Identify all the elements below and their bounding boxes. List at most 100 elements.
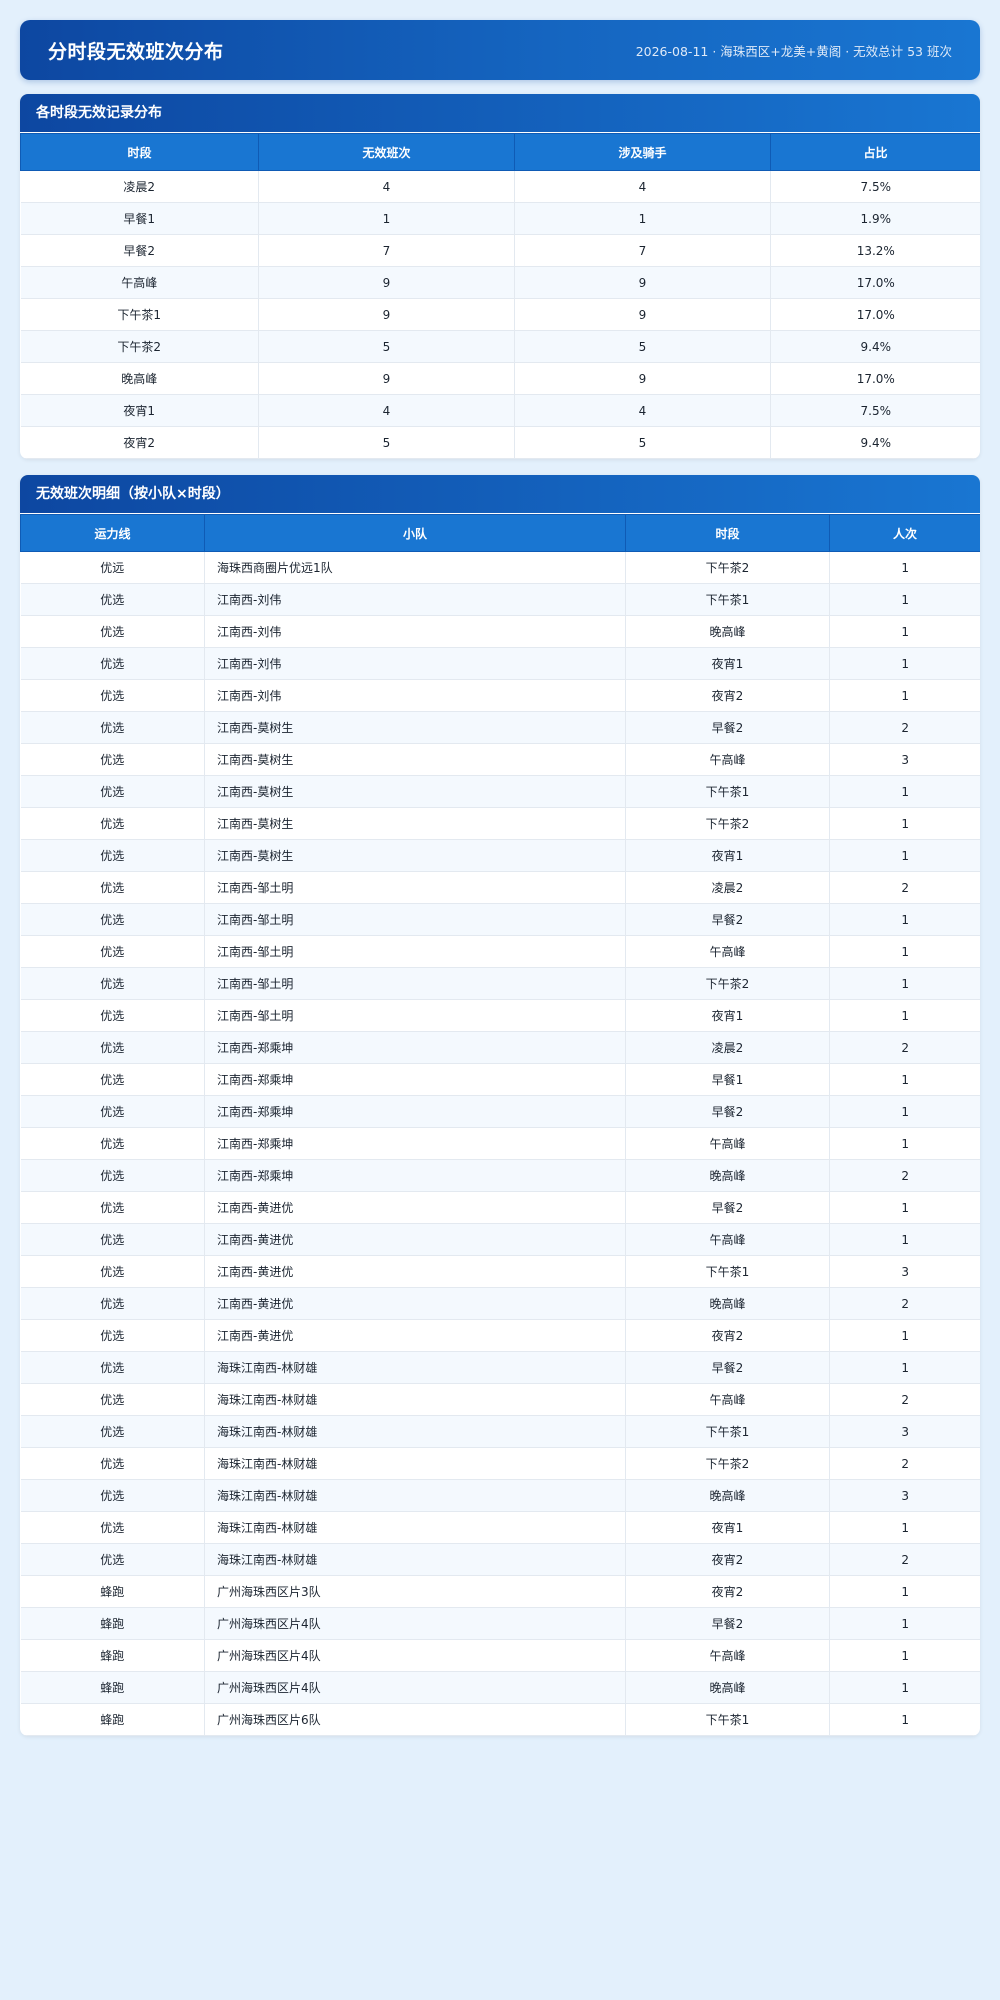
table-cell: 江南西-刘伟 [204,615,626,648]
table-cell: 夜宵2 [625,1543,830,1576]
summary-title: 各时段无效记录分布 [20,94,980,133]
table-cell: 7.5% [770,170,980,203]
table-row: 优选 海珠江南西-林财雄 晚高峰 3 [20,1479,980,1512]
table-cell: 优选 [20,679,205,712]
table-cell: 17.0% [770,298,980,331]
table-cell: 江南西-黄进优 [204,1255,626,1288]
table-cell: 1 [829,1191,980,1224]
column-header[interactable]: 无效班次 [258,133,515,171]
table-cell: 夜宵1 [20,394,259,427]
table-row: 优选 江南西-郑乘坤 早餐2 1 [20,1095,980,1128]
table-cell: 江南西-莫树生 [204,743,626,776]
summary-body: 凌晨2 4 4 7.5% 早餐1 1 1 1.9% 早餐2 7 7 13.2% 午高峰 9 9 17.0% 下午… [20,170,980,459]
table-row: 优选 江南西-郑乘坤 晚高峰 2 [20,1159,980,1192]
table-cell: 广州海珠西区片4队 [204,1639,626,1672]
table-cell: 午高峰 [625,743,830,776]
table-cell: 江南西-黄进优 [204,1191,626,1224]
column-header[interactable]: 占比 [770,133,980,171]
column-header[interactable]: 时段 [625,514,830,552]
table-row: 夜宵2 5 5 9.4% [20,426,980,459]
table-row: 优选 江南西-黄进优 晚高峰 2 [20,1287,980,1320]
table-cell: 优选 [20,1191,205,1224]
table-cell: 5 [514,330,771,363]
table-row: 夜宵1 4 4 7.5% [20,394,980,427]
table-cell: 1 [829,679,980,712]
detail-table: 运力线 小队 时段 人次 优远 海珠西商圈片优远1队 下午茶2 1 优选 江南西-刘伟 下午… [20,514,980,1736]
table-cell: 4 [258,170,515,203]
table-cell: 午高峰 [625,935,830,968]
table-cell: 蜂跑 [20,1671,205,1704]
table-cell: 广州海珠西区片6队 [204,1703,626,1736]
table-cell: 9 [258,362,515,395]
table-cell: 5 [258,426,515,459]
table-cell: 下午茶2 [625,1447,830,1480]
table-cell: 1 [829,647,980,680]
table-cell: 优选 [20,1287,205,1320]
table-cell: 1 [829,551,980,584]
table-cell: 下午茶1 [20,298,259,331]
table-cell: 午高峰 [625,1383,830,1416]
table-cell: 优选 [20,1223,205,1256]
table-cell: 江南西-郑乘坤 [204,1031,626,1064]
table-row: 优选 海珠江南西-林财雄 下午茶2 2 [20,1447,980,1480]
table-row: 优选 江南西-莫树生 下午茶2 1 [20,807,980,840]
column-header[interactable]: 时段 [20,133,259,171]
table-cell: 早餐2 [625,1095,830,1128]
table-cell: 江南西-黄进优 [204,1319,626,1352]
table-cell: 1 [829,1511,980,1544]
table-cell: 夜宵1 [625,839,830,872]
page-header: 分时段无效班次分布 2026-08-11 · 海珠西区+龙美+黄阁 · 无效总计… [20,20,980,80]
table-row: 优选 海珠江南西-林财雄 下午茶1 3 [20,1415,980,1448]
table-cell: 优选 [20,807,205,840]
table-cell: 1 [829,1095,980,1128]
table-cell: 夜宵2 [625,679,830,712]
table-cell: 凌晨2 [625,1031,830,1064]
column-header[interactable]: 运力线 [20,514,205,552]
table-cell: 优选 [20,1095,205,1128]
table-cell: 4 [514,170,771,203]
table-cell: 4 [258,394,515,427]
table-cell: 下午茶1 [625,775,830,808]
table-cell: 早餐2 [625,1191,830,1224]
table-cell: 7 [258,234,515,267]
table-row: 蜂跑 广州海珠西区片3队 夜宵2 1 [20,1575,980,1608]
table-cell: 江南西-邹土明 [204,871,626,904]
table-cell: 9 [514,266,771,299]
column-header[interactable]: 小队 [204,514,626,552]
column-header[interactable]: 涉及骑手 [514,133,771,171]
table-cell: 江南西-郑乘坤 [204,1063,626,1096]
table-cell: 广州海珠西区片4队 [204,1607,626,1640]
table-cell: 优选 [20,775,205,808]
table-cell: 9.4% [770,330,980,363]
table-cell: 江南西-黄进优 [204,1287,626,1320]
table-cell: 优选 [20,615,205,648]
table-row: 优选 江南西-刘伟 晚高峰 1 [20,615,980,648]
table-row: 优选 江南西-莫树生 午高峰 3 [20,743,980,776]
table-row: 优选 海珠江南西-林财雄 午高峰 2 [20,1383,980,1416]
table-row: 蜂跑 广州海珠西区片4队 午高峰 1 [20,1639,980,1672]
table-cell: 午高峰 [20,266,259,299]
table-row: 优选 江南西-莫树生 早餐2 2 [20,711,980,744]
table-cell: 1 [829,1671,980,1704]
table-cell: 3 [829,1415,980,1448]
table-row: 优选 江南西-郑乘坤 凌晨2 2 [20,1031,980,1064]
summary-header-row: 时段 无效班次 涉及骑手 占比 [20,133,980,171]
table-row: 优选 江南西-黄进优 下午茶1 3 [20,1255,980,1288]
table-cell: 海珠江南西-林财雄 [204,1351,626,1384]
table-cell: 1 [829,1351,980,1384]
table-cell: 2 [829,1383,980,1416]
detail-header-row: 运力线 小队 时段 人次 [20,514,980,552]
table-cell: 优选 [20,1415,205,1448]
table-cell: 优选 [20,999,205,1032]
table-cell: 江南西-刘伟 [204,647,626,680]
table-cell: 夜宵1 [625,1511,830,1544]
table-cell: 2 [829,1543,980,1576]
table-cell: 早餐1 [625,1063,830,1096]
detail-title: 无效班次明细（按小队×时段） [20,475,980,514]
detail-body: 优远 海珠西商圈片优远1队 下午茶2 1 优选 江南西-刘伟 下午茶1 1 优选 江南西-刘伟 晚高… [20,551,980,1736]
table-cell: 下午茶2 [20,330,259,363]
table-cell: 蜂跑 [20,1575,205,1608]
table-row: 早餐1 1 1 1.9% [20,202,980,235]
table-cell: 1 [829,935,980,968]
column-header[interactable]: 人次 [829,514,980,552]
